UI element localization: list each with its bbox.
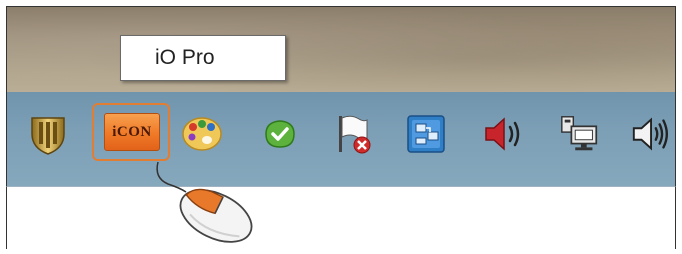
volume-muted-icon[interactable] (482, 112, 526, 156)
tooltip-text: iO Pro (155, 46, 215, 69)
screenshot-frame: iO Pro iCON (0, 0, 682, 249)
color-palette-icon[interactable] (180, 112, 224, 156)
icon-io-pro-icon[interactable]: iCON (104, 113, 160, 151)
volume-speaker-icon[interactable] (630, 112, 674, 156)
action-center-flag-icon[interactable] (330, 112, 374, 156)
security-shield-icon[interactable] (26, 112, 70, 156)
below-taskbar-area (6, 186, 676, 249)
desktop-wallpaper (6, 6, 676, 92)
tray-tooltip: iO Pro (120, 35, 286, 81)
mouse-illustration (150, 160, 270, 249)
green-check-icon[interactable] (258, 112, 302, 156)
network-adapter-icon[interactable] (404, 112, 448, 156)
icon-io-pro-label: iCON (112, 123, 152, 140)
network-computer-icon[interactable] (558, 112, 602, 156)
